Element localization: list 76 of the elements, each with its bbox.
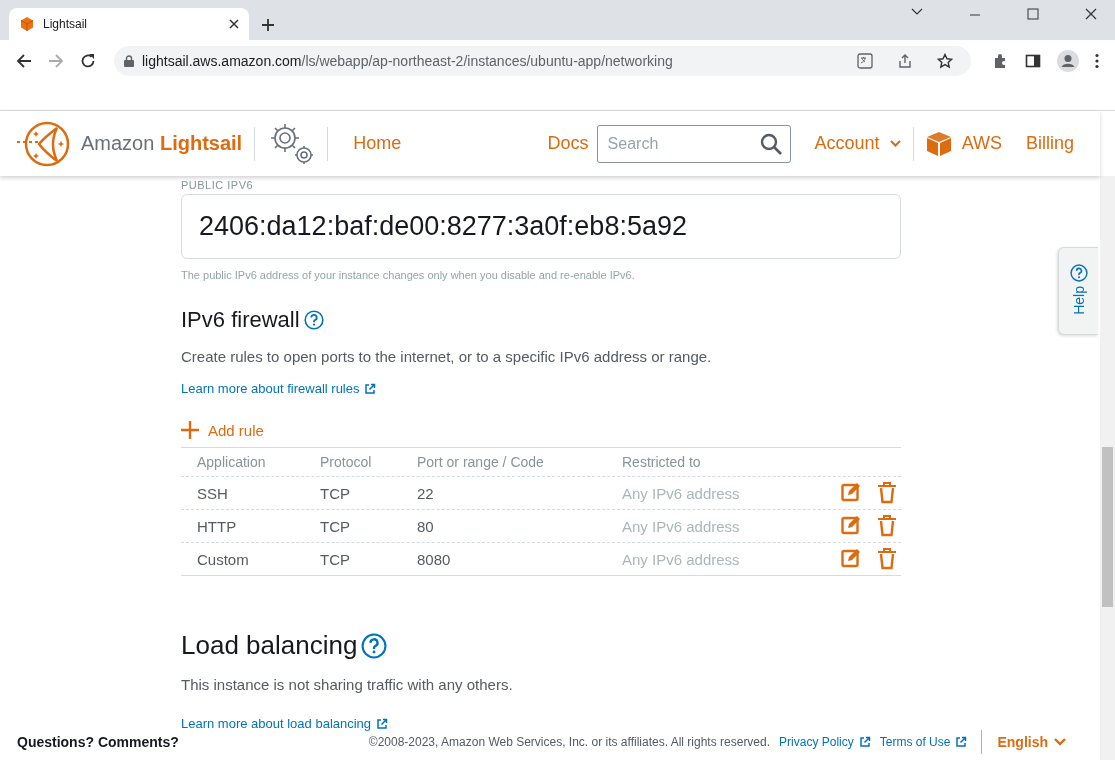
share-icon[interactable] (897, 53, 913, 69)
table-cell-text: Any IPv6 address (622, 517, 741, 535)
plus-icon (181, 421, 199, 439)
new-tab-icon[interactable] (261, 18, 275, 32)
footer-link[interactable]: Privacy Policy (779, 735, 871, 749)
table-cell-text: 22 (417, 484, 435, 502)
help-tab[interactable]: Help (1058, 247, 1098, 335)
learn-more-link[interactable]: Learn more about firewall rules (181, 381, 377, 396)
back-icon[interactable] (16, 53, 32, 69)
tab-title: Lightsail (43, 17, 89, 31)
lock-icon (124, 55, 134, 67)
close-icon[interactable] (229, 19, 239, 29)
learn-more-link[interactable]: Learn more about load balancing (181, 716, 389, 731)
aws-link[interactable]: AWS (961, 133, 1002, 154)
trash-icon[interactable] (877, 482, 897, 504)
nav-link[interactable]: Home (353, 133, 402, 154)
browser-tab[interactable]: Lightsail (9, 8, 249, 40)
address-bar[interactable]: lightsail.aws.amazon.com/ls/webapp/ap-northeast-2/instances/ubuntu-app/networking (114, 46, 971, 76)
docs-link[interactable]: Docs (547, 133, 589, 154)
billing-link[interactable]: Billing (1025, 133, 1074, 154)
help-icon[interactable] (303, 310, 324, 330)
table-cell-text: Any IPv6 address (622, 484, 741, 502)
description-text: This instance is not sharing traffic with any others. (181, 676, 514, 693)
table-cell-text: TCP (320, 517, 351, 535)
table-cell-text: SSH (197, 484, 229, 502)
feedback-link[interactable]: Questions? Comments? (17, 734, 179, 750)
ipv6-address-field: 2406:da12:baf:de00:8277:3a0f:eb8:5a92 (181, 194, 901, 259)
table-cell-text: 80 (417, 517, 435, 535)
reload-icon[interactable] (80, 53, 96, 69)
help-icon[interactable] (1069, 264, 1088, 282)
edit-icon[interactable] (841, 548, 861, 568)
external-link-icon (955, 736, 968, 748)
url-text: lightsail.aws.amazon.com/ls/webapp/ap-northeast-2/instances/ubuntu-app/networking (142, 53, 674, 69)
maximize-icon[interactable] (1027, 8, 1039, 20)
more-icon[interactable] (1095, 53, 1099, 69)
section-title: Load balancing (181, 630, 358, 661)
footer-link[interactable]: Terms of Use (879, 735, 968, 749)
trash-icon[interactable] (877, 515, 897, 537)
box-icon (925, 130, 952, 157)
table-cell-text: 8080 (417, 550, 452, 568)
cube-icon (19, 16, 35, 32)
avatar-icon[interactable] (1057, 50, 1079, 72)
external-link-icon (364, 382, 377, 395)
external-link-icon (376, 717, 389, 730)
chevron-down-icon[interactable] (911, 8, 923, 16)
account-menu[interactable]: Account (814, 133, 880, 154)
table-cell-text: Custom (197, 550, 250, 568)
description-text: Create rules to open ports to the internet, or to a specific IPv6 address or range. (181, 348, 713, 365)
scrollbar-thumb[interactable] (1102, 447, 1113, 607)
side-panel-icon[interactable] (1025, 53, 1041, 69)
edit-icon[interactable] (841, 515, 861, 535)
star-icon[interactable] (937, 53, 953, 69)
column-header: Application (197, 454, 267, 470)
copyright-text: ©2008-2023, Amazon Web Services, Inc. or its affiliates. All rights reserved. (368, 735, 771, 749)
table-cell-text: HTTP (197, 517, 238, 535)
brand-name: Amazon Lightsail (81, 132, 243, 155)
search-icon[interactable] (759, 132, 782, 155)
edit-icon[interactable] (841, 482, 861, 502)
external-link-icon (858, 736, 871, 748)
section-title: IPv6 firewall (181, 307, 300, 333)
column-header: Restricted to (622, 454, 702, 470)
help-label: Help (1070, 286, 1087, 315)
column-header: Protocol (320, 454, 373, 470)
chevron-down-icon (1054, 738, 1066, 746)
hint-text: The public IPv6 address of your instance changes only when you disable and re-enable IPv6. (181, 269, 636, 281)
table-cell-text: TCP (320, 484, 351, 502)
close-icon[interactable] (1085, 8, 1097, 20)
table-cell-text: Any IPv6 address (622, 550, 741, 568)
trash-icon[interactable] (877, 548, 897, 570)
language-menu[interactable]: English (997, 734, 1066, 750)
search-field[interactable]: Search (596, 124, 791, 163)
table-cell-text: TCP (320, 550, 351, 568)
help-icon[interactable] (361, 632, 388, 659)
column-header: Port or range / Code (417, 454, 545, 470)
add-rule-button[interactable]: Add rule (181, 421, 264, 439)
field-label: PUBLIC IPV6 (181, 178, 254, 191)
